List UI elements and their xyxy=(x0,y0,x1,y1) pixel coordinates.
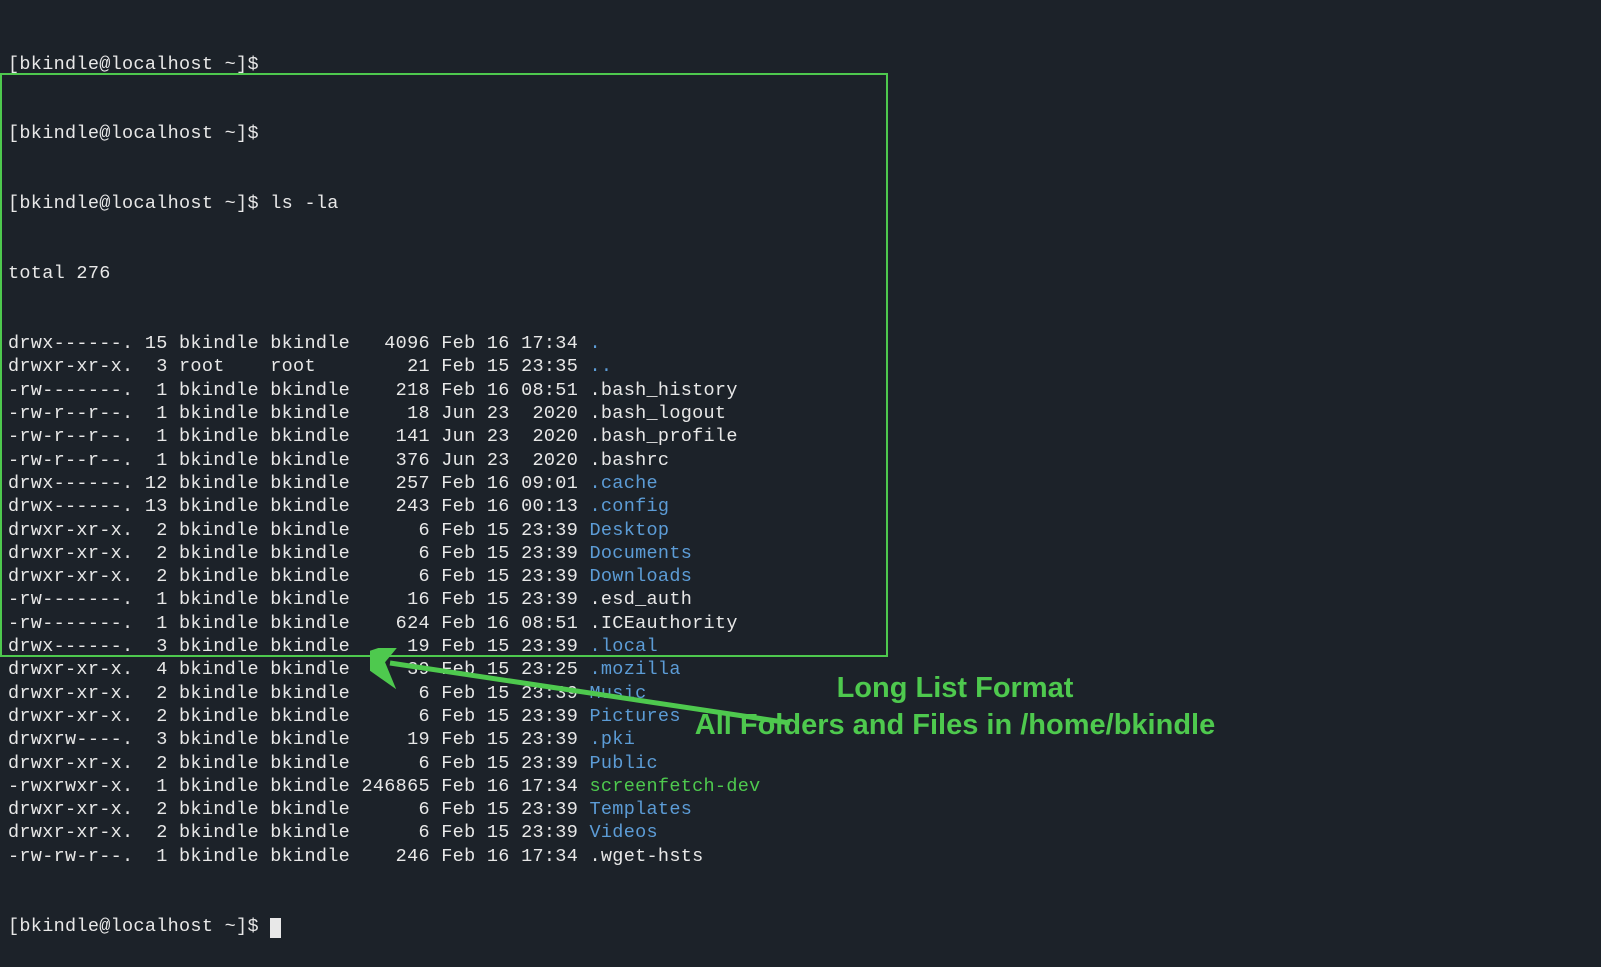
shell-prompt: [bkindle@localhost ~]$ xyxy=(8,54,270,75)
list-item: -rw-r--r--. 1 bkindle bkindle 141 Jun 23… xyxy=(8,425,1593,448)
file-attributes: -rw-------. 1 bkindle bkindle 218 Feb 16… xyxy=(8,380,590,401)
file-name: .ICEauthority xyxy=(590,613,738,634)
file-attributes: drwxr-xr-x. 2 bkindle bkindle 6 Feb 15 2… xyxy=(8,683,590,704)
terminal-output[interactable]: [bkindle@localhost ~]$ [bkindle@localhos… xyxy=(0,0,1601,967)
file-name: .bashrc xyxy=(590,450,670,471)
list-item: drwxr-xr-x. 2 bkindle bkindle 6 Feb 15 2… xyxy=(8,542,1593,565)
file-attributes: drwxr-xr-x. 2 bkindle bkindle 6 Feb 15 2… xyxy=(8,566,590,587)
file-attributes: drwxr-xr-x. 2 bkindle bkindle 6 Feb 15 2… xyxy=(8,753,590,774)
file-attributes: -rw-------. 1 bkindle bkindle 16 Feb 15 … xyxy=(8,589,590,610)
file-attributes: -rw-r--r--. 1 bkindle bkindle 141 Jun 23… xyxy=(8,426,590,447)
file-name: Downloads xyxy=(590,566,693,587)
list-item: drwxr-xr-x. 2 bkindle bkindle 6 Feb 15 2… xyxy=(8,752,1593,775)
file-attributes: -rw-------. 1 bkindle bkindle 624 Feb 16… xyxy=(8,613,590,634)
list-item: drwx------. 12 bkindle bkindle 257 Feb 1… xyxy=(8,472,1593,495)
file-name: Desktop xyxy=(590,520,670,541)
file-attributes: -rwxrwxr-x. 1 bkindle bkindle 246865 Feb… xyxy=(8,776,590,797)
file-attributes: drwx------. 13 bkindle bkindle 243 Feb 1… xyxy=(8,496,590,517)
file-attributes: drwxrw----. 3 bkindle bkindle 19 Feb 15 … xyxy=(8,729,590,750)
list-item: drwxr-xr-x. 2 bkindle bkindle 6 Feb 15 2… xyxy=(8,821,1593,844)
list-item: drwx------. 15 bkindle bkindle 4096 Feb … xyxy=(8,332,1593,355)
file-name: .config xyxy=(590,496,670,517)
file-listing: drwx------. 15 bkindle bkindle 4096 Feb … xyxy=(8,332,1593,868)
list-item: drwx------. 13 bkindle bkindle 243 Feb 1… xyxy=(8,495,1593,518)
file-name: Templates xyxy=(590,799,693,820)
list-item: drwx------. 3 bkindle bkindle 19 Feb 15 … xyxy=(8,635,1593,658)
shell-prompt: [bkindle@localhost ~]$ xyxy=(8,916,270,937)
shell-prompt: [bkindle@localhost ~]$ xyxy=(8,123,270,144)
total-line: total 276 xyxy=(8,262,1593,285)
list-item: drwxr-xr-x. 2 bkindle bkindle 6 Feb 15 2… xyxy=(8,519,1593,542)
file-name: Documents xyxy=(590,543,693,564)
file-name: .cache xyxy=(590,473,658,494)
list-item: -rw-------. 1 bkindle bkindle 624 Feb 16… xyxy=(8,612,1593,635)
file-attributes: drwxr-xr-x. 3 root root 21 Feb 15 23:35 xyxy=(8,356,590,377)
prompt-line-4: [bkindle@localhost ~]$ xyxy=(8,915,1593,938)
file-name: .pki xyxy=(590,729,636,750)
file-name: . xyxy=(590,333,601,354)
list-item: -rw-------. 1 bkindle bkindle 16 Feb 15 … xyxy=(8,588,1593,611)
file-attributes: drwxr-xr-x. 2 bkindle bkindle 6 Feb 15 2… xyxy=(8,822,590,843)
annotation-line-1: Long List Format xyxy=(635,670,1275,707)
file-attributes: drwxr-xr-x. 2 bkindle bkindle 6 Feb 15 2… xyxy=(8,520,590,541)
list-item: -rw-r--r--. 1 bkindle bkindle 376 Jun 23… xyxy=(8,449,1593,472)
list-item: -rw-rw-r--. 1 bkindle bkindle 246 Feb 16… xyxy=(8,845,1593,868)
file-attributes: drwx------. 15 bkindle bkindle 4096 Feb … xyxy=(8,333,590,354)
file-attributes: drwx------. 12 bkindle bkindle 257 Feb 1… xyxy=(8,473,590,494)
file-name: screenfetch-dev xyxy=(590,776,761,797)
annotation-text: Long List Format All Folders and Files i… xyxy=(635,670,1275,744)
file-attributes: drwx------. 3 bkindle bkindle 19 Feb 15 … xyxy=(8,636,590,657)
list-item: -rw-r--r--. 1 bkindle bkindle 18 Jun 23 … xyxy=(8,402,1593,425)
file-name: .bash_logout xyxy=(590,403,727,424)
file-name: Videos xyxy=(590,822,658,843)
file-attributes: -rw-r--r--. 1 bkindle bkindle 18 Jun 23 … xyxy=(8,403,590,424)
list-item: -rwxrwxr-x. 1 bkindle bkindle 246865 Feb… xyxy=(8,775,1593,798)
file-name: .wget-hsts xyxy=(590,846,704,867)
list-item: drwxr-xr-x. 2 bkindle bkindle 6 Feb 15 2… xyxy=(8,565,1593,588)
command-text: ls -la xyxy=(270,193,338,214)
file-name: .bash_history xyxy=(590,380,738,401)
file-attributes: drwxr-xr-x. 2 bkindle bkindle 6 Feb 15 2… xyxy=(8,706,590,727)
shell-prompt: [bkindle@localhost ~]$ xyxy=(8,193,270,214)
file-name: .. xyxy=(590,356,613,377)
list-item: drwxr-xr-x. 3 root root 21 Feb 15 23:35 … xyxy=(8,355,1593,378)
file-attributes: drwxr-xr-x. 2 bkindle bkindle 6 Feb 15 2… xyxy=(8,543,590,564)
prompt-line-1: [bkindle@localhost ~]$ xyxy=(8,53,1593,76)
file-attributes: -rw-rw-r--. 1 bkindle bkindle 246 Feb 16… xyxy=(8,846,590,867)
file-attributes: drwxr-xr-x. 4 bkindle bkindle 39 Feb 15 … xyxy=(8,659,590,680)
list-item: -rw-------. 1 bkindle bkindle 218 Feb 16… xyxy=(8,379,1593,402)
file-attributes: drwxr-xr-x. 2 bkindle bkindle 6 Feb 15 2… xyxy=(8,799,590,820)
prompt-line-2: [bkindle@localhost ~]$ xyxy=(8,122,1593,145)
list-item: drwxr-xr-x. 2 bkindle bkindle 6 Feb 15 2… xyxy=(8,798,1593,821)
file-name: Public xyxy=(590,753,658,774)
annotation-line-2: All Folders and Files in /home/bkindle xyxy=(635,707,1275,744)
command-line: [bkindle@localhost ~]$ ls -la xyxy=(8,192,1593,215)
cursor-icon xyxy=(270,918,281,938)
file-name: .local xyxy=(590,636,658,657)
file-name: .esd_auth xyxy=(590,589,693,610)
file-name: .bash_profile xyxy=(590,426,738,447)
file-attributes: -rw-r--r--. 1 bkindle bkindle 376 Jun 23… xyxy=(8,450,590,471)
